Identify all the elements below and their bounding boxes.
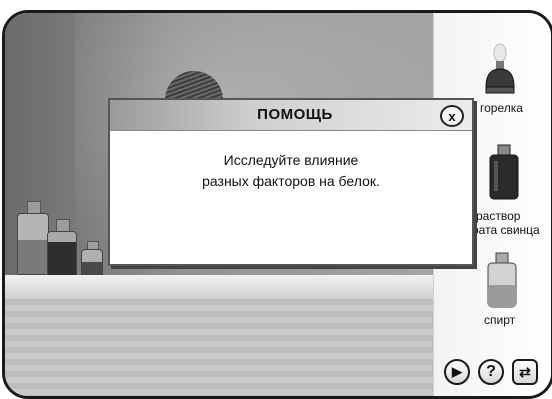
dialog-message-line1: Исследуйте влияние	[223, 152, 359, 168]
dialog-title: ПОМОЩЬ	[257, 106, 333, 123]
dialog-close-button[interactable]: x	[440, 105, 464, 127]
dialog-message: Исследуйте влияние разных факторов на бе…	[110, 150, 472, 192]
help-button[interactable]: ?	[478, 359, 504, 385]
help-icon: ?	[486, 363, 496, 380]
help-dialog: ПОМОЩЬ x Исследуйте влияние разных факто…	[108, 98, 474, 266]
play-icon: ▶	[452, 364, 462, 379]
reagent-label-lead-line1: раствор	[476, 209, 521, 223]
reagent-label-alcohol: спирт	[484, 313, 516, 327]
dialog-message-line2: разных факторов на белок.	[202, 173, 380, 189]
shelf	[5, 275, 433, 299]
reagent-label-burner: горелка	[480, 101, 523, 115]
alcohol-bottle-icon	[487, 252, 517, 308]
bottle-dark	[47, 219, 77, 281]
bottle-large	[17, 201, 49, 275]
reagent-label-lead-line2: рата свинца	[472, 223, 540, 237]
dialog-header: ПОМОЩЬ x	[110, 100, 472, 131]
lead-solution-bottle-icon	[489, 144, 519, 200]
close-icon: x	[448, 108, 456, 124]
play-button[interactable]: ▶	[444, 359, 470, 385]
refresh-button[interactable]: ⇄	[512, 359, 538, 385]
burner-lamp-icon	[485, 43, 515, 94]
lab-table	[5, 299, 433, 396]
refresh-icon: ⇄	[519, 363, 531, 380]
